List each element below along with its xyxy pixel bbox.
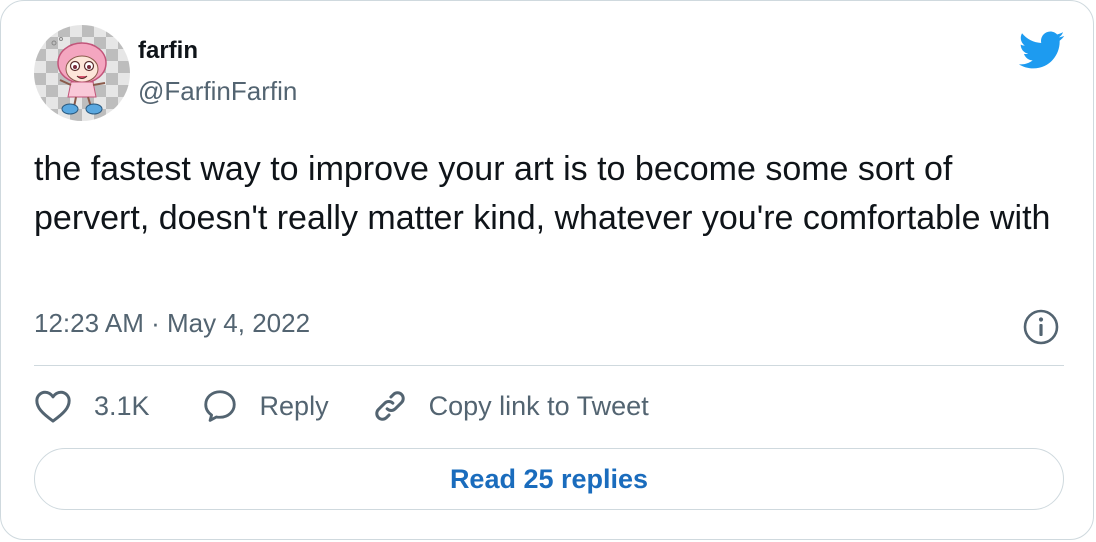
author-display-name[interactable]: farfin <box>138 36 198 66</box>
read-replies-button[interactable]: Read 25 replies <box>34 448 1064 510</box>
speech-bubble-icon <box>203 390 236 422</box>
link-icon <box>374 391 405 421</box>
avatar-image <box>34 25 130 121</box>
tweet-actions: 3.1K Reply Copy link to Tweet <box>34 384 649 428</box>
tweet-timestamp[interactable]: 12:23 AM · May 4, 2022 <box>34 307 310 339</box>
divider <box>34 365 1064 366</box>
like-count: 3.1K <box>94 391 150 421</box>
copy-link-label: Copy link to Tweet <box>428 391 649 421</box>
info-icon[interactable] <box>1022 308 1060 346</box>
heart-icon <box>35 390 71 423</box>
copy-link-button[interactable]: Copy link to Tweet <box>371 384 649 428</box>
tweet-card: farfin @FarfinFarfin the fastest way to … <box>0 0 1094 540</box>
reply-button[interactable]: Reply <box>202 384 329 428</box>
tweet-text: the fastest way to improve your art is t… <box>34 150 1051 237</box>
author-handle[interactable]: @FarfinFarfin <box>138 75 297 107</box>
twitter-bird-icon[interactable] <box>1017 30 1065 72</box>
avatar[interactable] <box>34 25 130 121</box>
like-button[interactable]: 3.1K <box>34 384 150 428</box>
reply-label: Reply <box>259 391 329 421</box>
